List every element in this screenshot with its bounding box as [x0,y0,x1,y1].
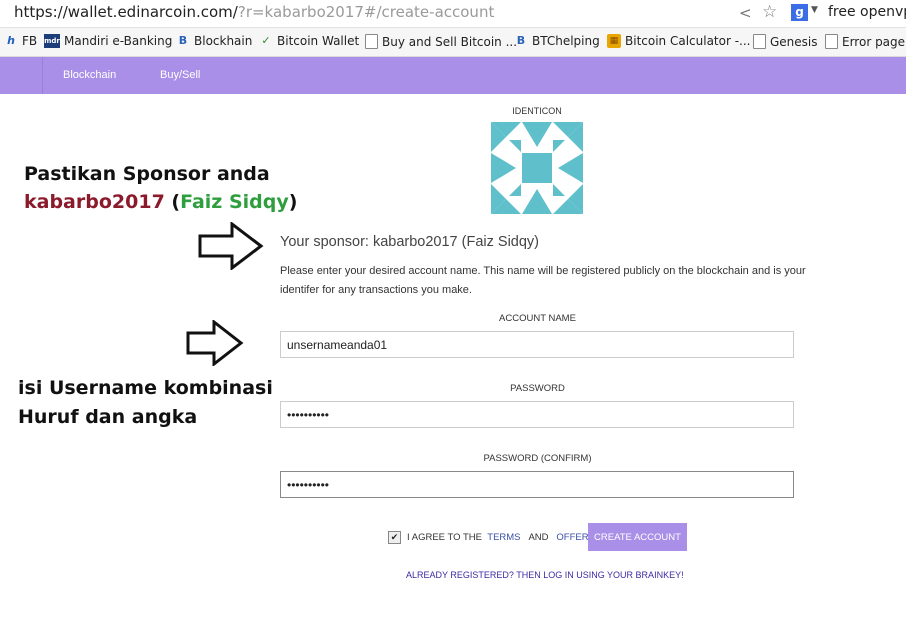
bookmark-label: Bitcoin Wallet [277,34,360,48]
bookmark-label: Error page [842,34,906,49]
annotation-paren: ) [288,191,298,213]
identicon-tri [509,184,521,196]
url-field[interactable]: https://wallet.edinarcoin.com/?r=kabarbo… [14,3,494,21]
agree-text: I AGREE TO THE [407,532,482,543]
nav-divider [42,57,43,94]
bookmark-blockhain[interactable]: B Blockhain [176,34,253,48]
share-icon[interactable]: < [739,4,752,22]
facebook-icon: h [7,34,15,47]
terms-link[interactable]: TERMS [487,532,520,543]
bitcoin-wallet-icon: ✓ [261,34,271,47]
page-icon [825,34,838,49]
bookmark-genesis[interactable]: Genesis [753,34,818,49]
password-confirm-input[interactable] [280,471,794,498]
password-label: PASSWORD [510,383,565,394]
nav-item-blockchain[interactable]: Blockchain [63,69,116,81]
url-path: ?r=kabarbo2017#/create-account [237,3,495,21]
annotation-line: kabarbo2017 (Faiz Sidqy) [24,188,297,216]
bookmark-label: Genesis [770,34,818,49]
bookmark-label: Bitcoin Calculator -... [625,34,751,48]
page-icon [753,34,766,49]
account-name-label: ACCOUNT NAME [499,313,576,324]
identicon-tri [522,122,552,147]
sponsor-annotation: Pastikan Sponsor anda kabarbo2017 (Faiz … [24,160,297,216]
identicon-label: IDENTICON [512,106,562,116]
blockchain-icon: B [516,34,526,47]
bookmark-star-icon[interactable]: ☆ [762,2,777,22]
identicon-tri [558,153,583,183]
bookmark-buy-sell-bitcoin[interactable]: Buy and Sell Bitcoin ... [365,34,517,49]
annotation-sponsor-user: kabarbo2017 [24,191,165,213]
bookmarks-bar: h FB mdr Mandiri e-Banking B Blockhain ✓… [0,28,906,57]
agree-and-text: AND [528,532,549,543]
annotation-paren: ( [164,191,181,213]
agree-row: ✔ I AGREE TO THE TERMS AND OFFER [388,531,589,544]
annotation-line: Huruf dan angka [18,406,198,428]
account-description: Please enter your desired account name. … [280,265,806,296]
search-engine-input[interactable]: free openvp [828,4,906,20]
url-host: https://wallet.edinarcoin.com/ [14,3,238,21]
bookmark-fb[interactable]: h FB [4,34,37,48]
mandiri-icon: mdr [44,34,60,48]
annotation-sponsor-name: Faiz Sidqy [180,191,289,213]
password-confirm-label: PASSWORD (CONFIRM) [483,453,592,464]
account-name-input[interactable] [280,331,794,358]
bookmark-label: FB [22,34,38,48]
password-input[interactable] [280,401,794,428]
top-nav: Blockchain Buy/Sell [0,57,906,94]
annotation-line: Pastikan Sponsor anda [24,163,270,185]
bookmark-mandiri[interactable]: mdr Mandiri e-Banking [44,34,172,48]
annotation-line: isi Username kombinasi [18,377,273,399]
address-bar: https://wallet.edinarcoin.com/?r=kabarbo… [0,0,906,28]
username-hint-annotation: isi Username kombinasi Huruf dan angka [18,374,273,432]
nav-item-buy-sell[interactable]: Buy/Sell [160,69,200,81]
page-icon [365,34,378,49]
chevron-down-icon[interactable]: ▼ [811,5,818,15]
arrow-right-icon [198,222,264,270]
identicon-tri [509,140,521,152]
identicon-tri [522,189,552,214]
bookmark-label: Blockhain [194,34,253,48]
sponsor-text: Your sponsor: kabarbo2017 (Faiz Sidqy) [280,234,540,250]
bookmark-error-page[interactable]: Error page [825,34,905,49]
identicon-tri [491,153,516,183]
google-search-icon[interactable]: g [791,4,808,21]
offer-link[interactable]: OFFER [556,532,588,543]
login-brainkey-link[interactable]: ALREADY REGISTERED? THEN LOG IN USING YO… [406,570,684,580]
bookmark-btchelping[interactable]: B BTChelping [514,34,600,48]
blockchain-icon: B [178,34,188,47]
agree-checkbox[interactable]: ✔ [388,531,401,544]
bookmark-bitcoin-calculator[interactable]: ▦ Bitcoin Calculator -... [607,34,751,48]
calculator-icon: ▦ [607,34,621,48]
identicon-image [491,122,583,214]
identicon-center [522,153,552,183]
bookmark-label: Mandiri e-Banking [64,34,173,48]
bookmark-bitcoin-wallet[interactable]: ✓ Bitcoin Wallet [259,34,359,48]
identicon-tri [553,184,565,196]
arrow-right-icon [186,320,244,366]
bookmark-label: Buy and Sell Bitcoin ... [382,34,518,49]
bookmark-label: BTChelping [532,34,600,48]
create-account-button[interactable]: CREATE ACCOUNT [588,523,687,551]
identicon-tri [553,140,565,152]
